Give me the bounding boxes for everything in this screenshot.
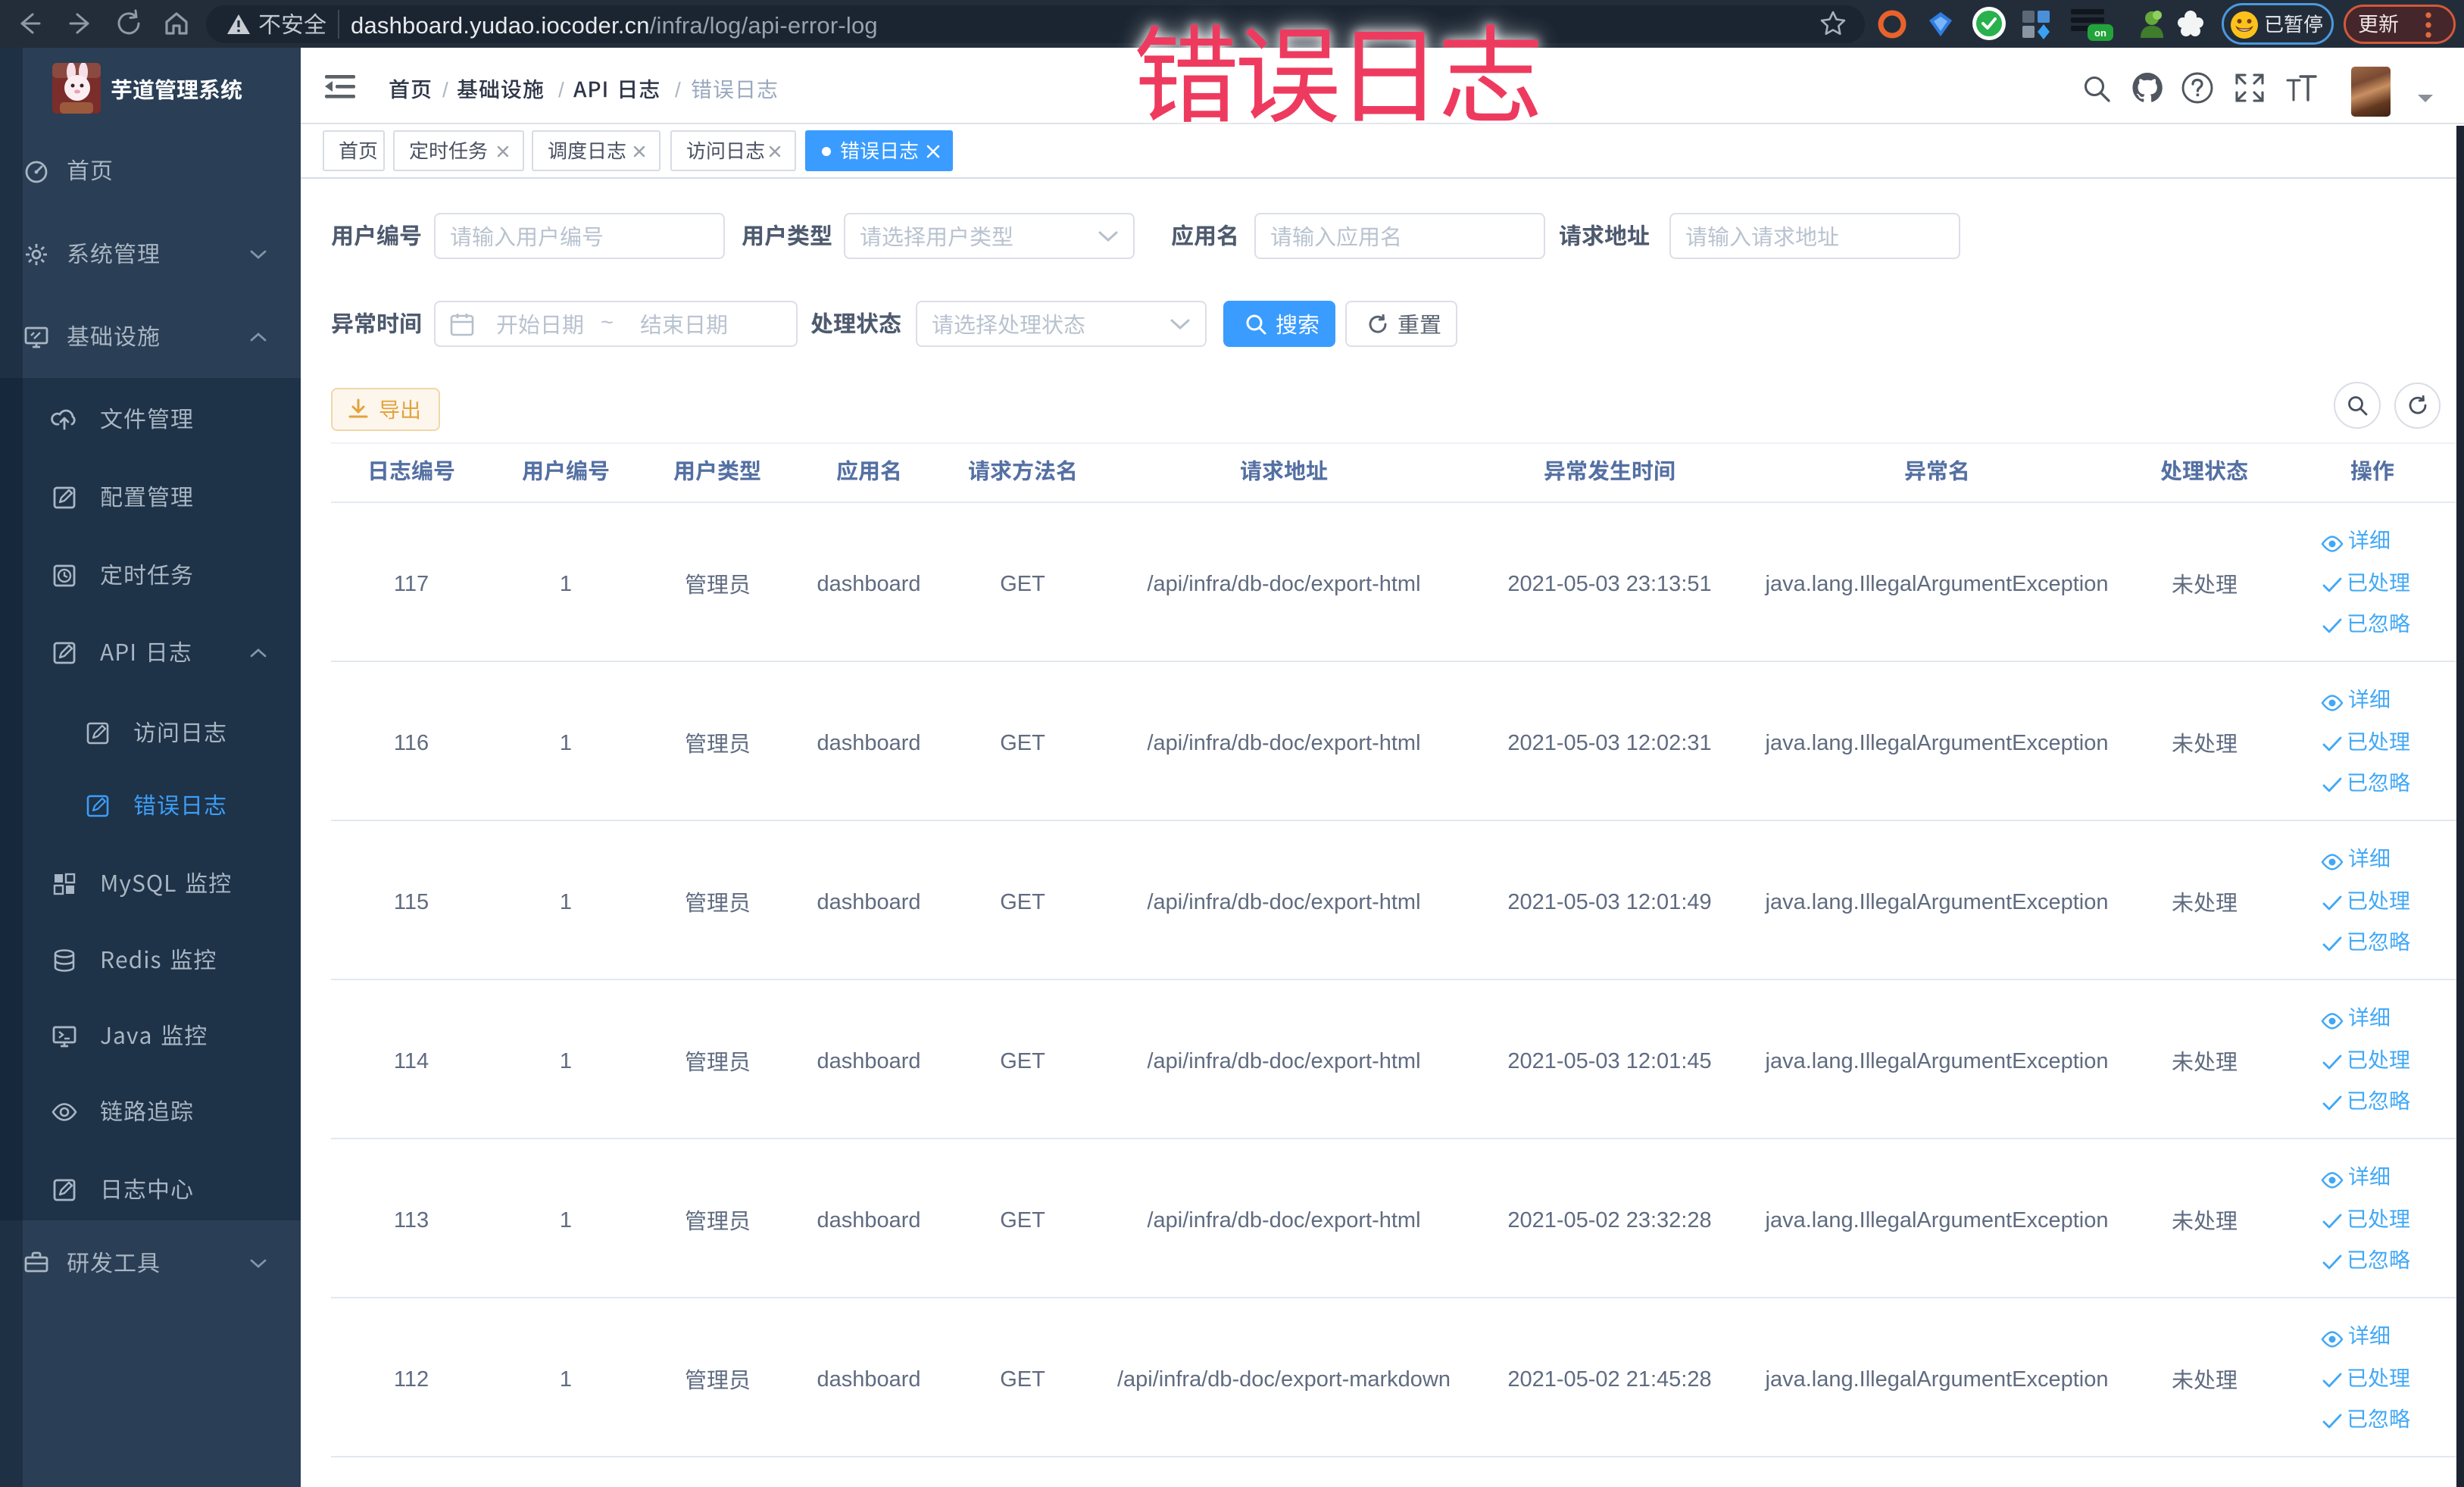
svg-text:on: on bbox=[2094, 27, 2106, 39]
